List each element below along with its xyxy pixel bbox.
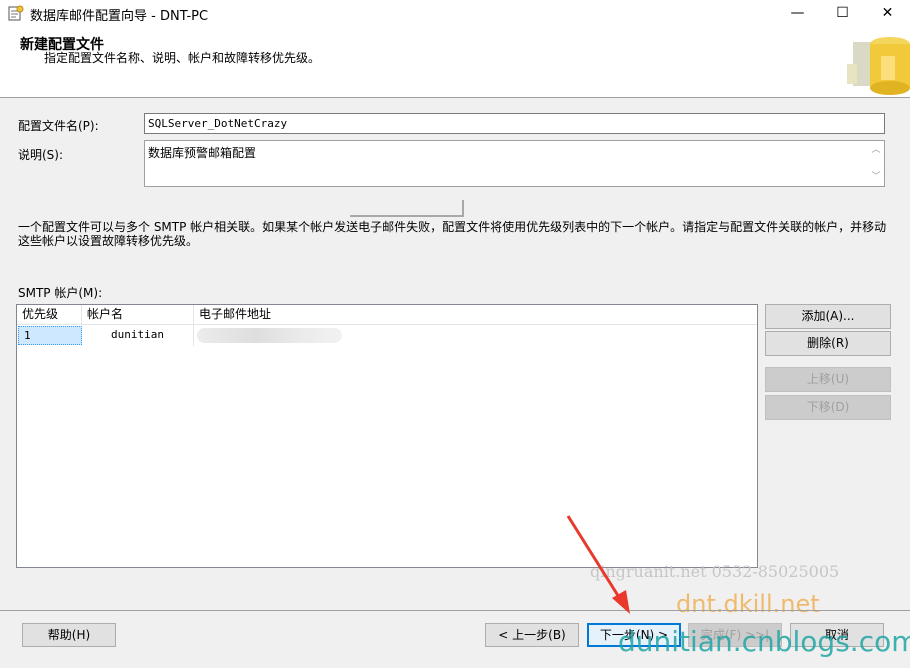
description-text: 数据库预警邮箱配置	[148, 146, 257, 160]
maximize-button[interactable]: ☐	[820, 0, 865, 26]
smtp-accounts-table[interactable]: 优先级 帐户名 电子邮件地址 1 dunitian	[16, 304, 758, 568]
profile-name-input[interactable]: SQLServer_DotNetCrazy	[144, 113, 885, 134]
watermark-dkill: dnt.dkill.net	[676, 590, 820, 618]
close-button[interactable]: ✕	[865, 0, 910, 26]
resize-splitter[interactable]	[350, 200, 464, 217]
move-up-button[interactable]: 上移(U)	[765, 367, 891, 392]
scroll-down-icon[interactable]: ﹀	[868, 169, 884, 185]
bottom-divider	[0, 610, 910, 611]
description-textarea[interactable]: 数据库预警邮箱配置 ︿ ﹀	[144, 140, 885, 187]
annotation-arrow-icon	[566, 515, 630, 614]
table-row[interactable]: 1 dunitian	[17, 325, 757, 346]
description-label: 说明(S):	[18, 148, 64, 162]
database-mail-graphic-icon	[847, 37, 910, 95]
column-header-priority[interactable]: 优先级	[17, 305, 82, 325]
title-bar: 数据库邮件配置向导 - DNT-PC — ☐ ✕	[0, 0, 910, 26]
cell-account-name[interactable]: dunitian	[82, 325, 194, 346]
help-button[interactable]: 帮助(H)	[22, 623, 116, 647]
add-account-button[interactable]: 添加(A)...	[765, 304, 891, 329]
back-button[interactable]: < 上一步(B)	[485, 623, 579, 647]
info-text: 一个配置文件可以与多个 SMTP 帐户相关联。如果某个帐户发送电子邮件失败，配置…	[18, 220, 887, 248]
wizard-header: 新建配置文件 指定配置文件名称、说明、帐户和故障转移优先级。	[0, 26, 910, 98]
window-title: 数据库邮件配置向导 - DNT-PC	[30, 9, 209, 24]
minimize-button[interactable]: —	[775, 0, 820, 26]
watermark-cnblogs: dunitian.cnblogs.com	[618, 625, 910, 658]
wizard-app-icon	[8, 5, 24, 21]
scroll-up-icon[interactable]: ︿	[868, 142, 884, 158]
cell-priority[interactable]: 1	[18, 326, 82, 345]
move-down-button[interactable]: 下移(D)	[765, 395, 891, 420]
table-header: 优先级 帐户名 电子邮件地址	[17, 305, 757, 325]
profile-name-label: 配置文件名(P):	[18, 119, 99, 133]
column-header-account-name[interactable]: 帐户名	[82, 305, 194, 325]
page-subtitle: 指定配置文件名称、说明、帐户和故障转移优先级。	[44, 51, 321, 65]
description-scrollbar[interactable]: ︿ ﹀	[868, 141, 884, 186]
delete-account-button[interactable]: 删除(R)	[765, 331, 891, 356]
column-header-email[interactable]: 电子邮件地址	[194, 305, 394, 325]
cell-email-blurred[interactable]	[197, 328, 342, 343]
smtp-accounts-label: SMTP 帐户(M):	[18, 286, 103, 300]
